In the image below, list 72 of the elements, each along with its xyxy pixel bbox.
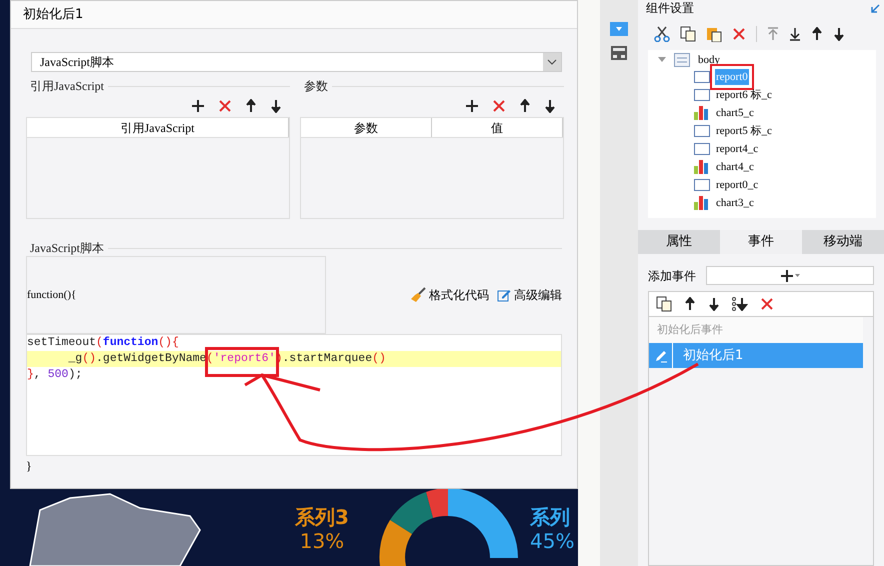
- function-header: function(){: [27, 288, 76, 303]
- move-down-icon[interactable]: [833, 27, 845, 41]
- copy-icon[interactable]: [656, 296, 672, 312]
- layout-icon[interactable]: [611, 46, 627, 60]
- move-bottom-icon[interactable]: [789, 27, 801, 41]
- move-down-icon[interactable]: [708, 297, 720, 311]
- move-down-icon[interactable]: [544, 99, 556, 113]
- edit-icon[interactable]: [654, 348, 668, 362]
- tree-item[interactable]: report4_c: [715, 140, 760, 158]
- series-percent: 13%: [300, 529, 344, 553]
- code-line: }, 500);: [27, 367, 84, 383]
- move-top-icon[interactable]: [767, 27, 779, 41]
- move-up-icon[interactable]: [519, 99, 531, 113]
- column-header[interactable]: 值: [432, 118, 563, 137]
- report-icon: [694, 71, 710, 83]
- add-icon[interactable]: [191, 99, 205, 113]
- dialog-title: 初始化后1: [23, 6, 84, 24]
- panel-title: 组件设置: [646, 2, 694, 14]
- column-header[interactable]: 参数: [301, 118, 432, 137]
- expand-caret-icon[interactable]: [658, 56, 666, 64]
- move-bottom-icon[interactable]: [732, 297, 748, 311]
- move-up-icon[interactable]: [245, 99, 257, 113]
- caret-icon: [794, 274, 800, 277]
- copy-icon[interactable]: [680, 26, 696, 42]
- add-event-label: 添加事件: [648, 268, 696, 284]
- code-line: setTimeout(function(){: [27, 335, 180, 351]
- delete-icon[interactable]: [492, 99, 506, 113]
- script-type-select[interactable]: JavaScript脚本: [31, 52, 562, 72]
- tree-item[interactable]: body: [698, 52, 720, 68]
- dropdown-widget-icon[interactable]: [610, 22, 628, 36]
- add-icon: [780, 270, 792, 282]
- delete-icon[interactable]: [760, 297, 774, 311]
- edit-icon: [497, 288, 511, 302]
- section-title: JavaScript脚本: [29, 240, 104, 257]
- chart-icon: [694, 160, 710, 174]
- delete-icon[interactable]: [732, 27, 746, 41]
- tree-item[interactable]: chart3_c: [715, 194, 755, 212]
- section-title: 参数: [303, 78, 328, 95]
- move-down-icon[interactable]: [270, 99, 282, 113]
- section-title: 引用JavaScript: [29, 78, 104, 95]
- add-icon[interactable]: [465, 99, 479, 113]
- series-label: 系列: [530, 505, 570, 529]
- chevron-down-icon[interactable]: [547, 59, 557, 65]
- cut-icon[interactable]: [654, 26, 670, 42]
- event-group-label: 初始化后事件: [657, 322, 723, 338]
- move-up-icon[interactable]: [684, 297, 696, 311]
- broom-icon: [410, 287, 426, 303]
- paste-icon[interactable]: [706, 26, 722, 42]
- panel-tab[interactable]: 属性: [638, 230, 720, 254]
- tree-item[interactable]: report5 标_c: [715, 122, 773, 140]
- tree-item[interactable]: chart4_c: [715, 158, 755, 176]
- body-container-icon: [674, 53, 690, 67]
- series-percent: 45%: [530, 529, 574, 553]
- report-icon: [694, 179, 710, 191]
- advanced-edit-button[interactable]: 高级编辑: [497, 286, 562, 304]
- function-footer: }: [26, 457, 562, 475]
- report-icon: [694, 125, 710, 137]
- panel-tab[interactable]: 移动端: [802, 230, 884, 254]
- report-icon: [694, 143, 710, 155]
- collapse-arrow-icon[interactable]: [870, 4, 880, 14]
- chart-icon: [694, 106, 710, 120]
- report-icon: [694, 89, 710, 101]
- column-header[interactable]: 引用JavaScript: [27, 118, 289, 137]
- tree-item[interactable]: report0_c: [715, 176, 760, 194]
- format-code-button[interactable]: 格式化代码: [410, 286, 489, 304]
- panel-tab[interactable]: 事件: [720, 230, 802, 254]
- move-up-icon[interactable]: [811, 27, 823, 41]
- tree-item[interactable]: report6 标_c: [715, 86, 773, 104]
- chart-icon: [694, 196, 710, 210]
- tree-item[interactable]: chart5_c: [715, 104, 755, 122]
- series-label: 系列3: [295, 505, 349, 529]
- delete-icon[interactable]: [218, 99, 232, 113]
